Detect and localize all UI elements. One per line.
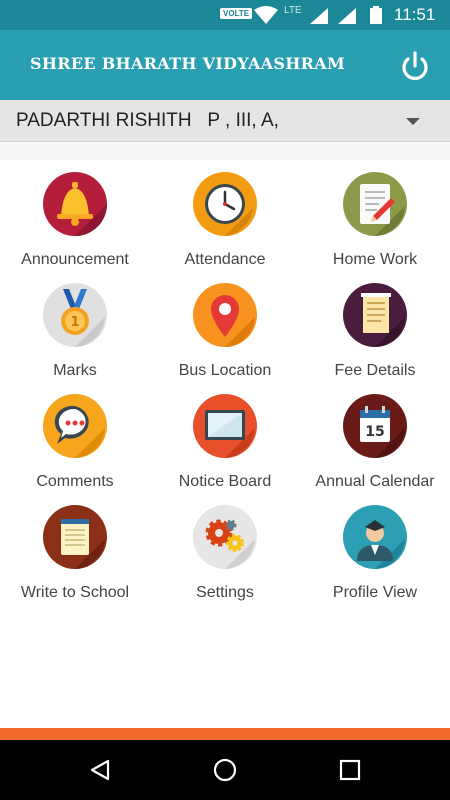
svg-text:1: 1 [70, 315, 79, 330]
menu-item-label: Comments [36, 473, 114, 490]
receipt-icon [343, 283, 407, 347]
calendar-day: 15 [365, 424, 384, 440]
menu-item-label: Profile View [332, 584, 418, 601]
selected-student: PADARTHI RISHITH P , III, A, [16, 110, 279, 131]
signal-icon [338, 8, 356, 24]
footer-accent [0, 728, 450, 740]
menu-item-notice-board[interactable]: Notice Board [150, 382, 300, 492]
menu-item-settings[interactable]: Settings [150, 493, 300, 603]
menu-item-profile-view[interactable]: Profile View [300, 493, 450, 603]
menu-item-announcement[interactable]: Announcement [0, 160, 150, 270]
menu-item-label: Attendance [184, 251, 266, 268]
wifi-icon [254, 6, 278, 24]
student-selector[interactable]: PADARTHI RISHITH P , III, A, [0, 100, 450, 142]
app-header: SHREE BHARATH VIDYAASHRAM [0, 30, 450, 100]
chevron-down-icon [406, 118, 420, 125]
menu-item-annual-calendar[interactable]: 15 Annual Calendar [300, 382, 450, 492]
menu-item-label: Announcement [21, 251, 129, 268]
menu-item-label: Marks [53, 362, 97, 379]
menu-item-label: Notice Board [178, 473, 272, 490]
calendar-icon: 15 [343, 394, 407, 458]
bell-icon [43, 172, 107, 236]
medal-icon: 1 [43, 283, 107, 347]
volte-indicator: VOLTE [220, 8, 253, 19]
menu-item-fee-details[interactable]: Fee Details [300, 271, 450, 381]
clock-icon [193, 172, 257, 236]
recents-icon[interactable] [338, 758, 362, 782]
notebook-pencil-icon [343, 172, 407, 236]
battery-icon [370, 6, 382, 24]
user-avatar-icon [343, 505, 407, 569]
notepad-icon [43, 505, 107, 569]
menu-item-label: Fee Details [334, 362, 416, 379]
menu-item-label: Bus Location [178, 362, 272, 379]
menu-item-label: Settings [196, 584, 254, 601]
school-title: SHREE BHARATH VIDYAASHRAM [30, 54, 346, 73]
home-icon[interactable] [213, 758, 237, 782]
status-bar: VOLTE LTE 11:51 [0, 0, 450, 30]
menu-item-bus-location[interactable]: Bus Location [150, 271, 300, 381]
menu-item-write-to-school[interactable]: Write to School [0, 493, 150, 603]
menu-item-label: Home Work [332, 251, 418, 268]
signal-icon [310, 8, 328, 24]
gears-icon [193, 505, 257, 569]
map-pin-icon [193, 283, 257, 347]
menu-item-marks[interactable]: 1 Marks [0, 271, 150, 381]
power-icon[interactable] [398, 50, 432, 84]
notice-board-icon [193, 394, 257, 458]
system-nav-bar [0, 740, 450, 800]
menu-item-home-work[interactable]: Home Work [300, 160, 450, 270]
back-icon[interactable] [88, 758, 112, 782]
menu-item-label: Annual Calendar [315, 473, 435, 490]
network-type: LTE [284, 5, 302, 16]
divider [0, 142, 450, 160]
clock-time: 11:51 [394, 5, 436, 24]
menu-item-attendance[interactable]: Attendance [150, 160, 300, 270]
menu-item-comments[interactable]: Comments [0, 382, 150, 492]
chat-bubble-icon [43, 394, 107, 458]
menu-item-label: Write to School [20, 584, 130, 601]
